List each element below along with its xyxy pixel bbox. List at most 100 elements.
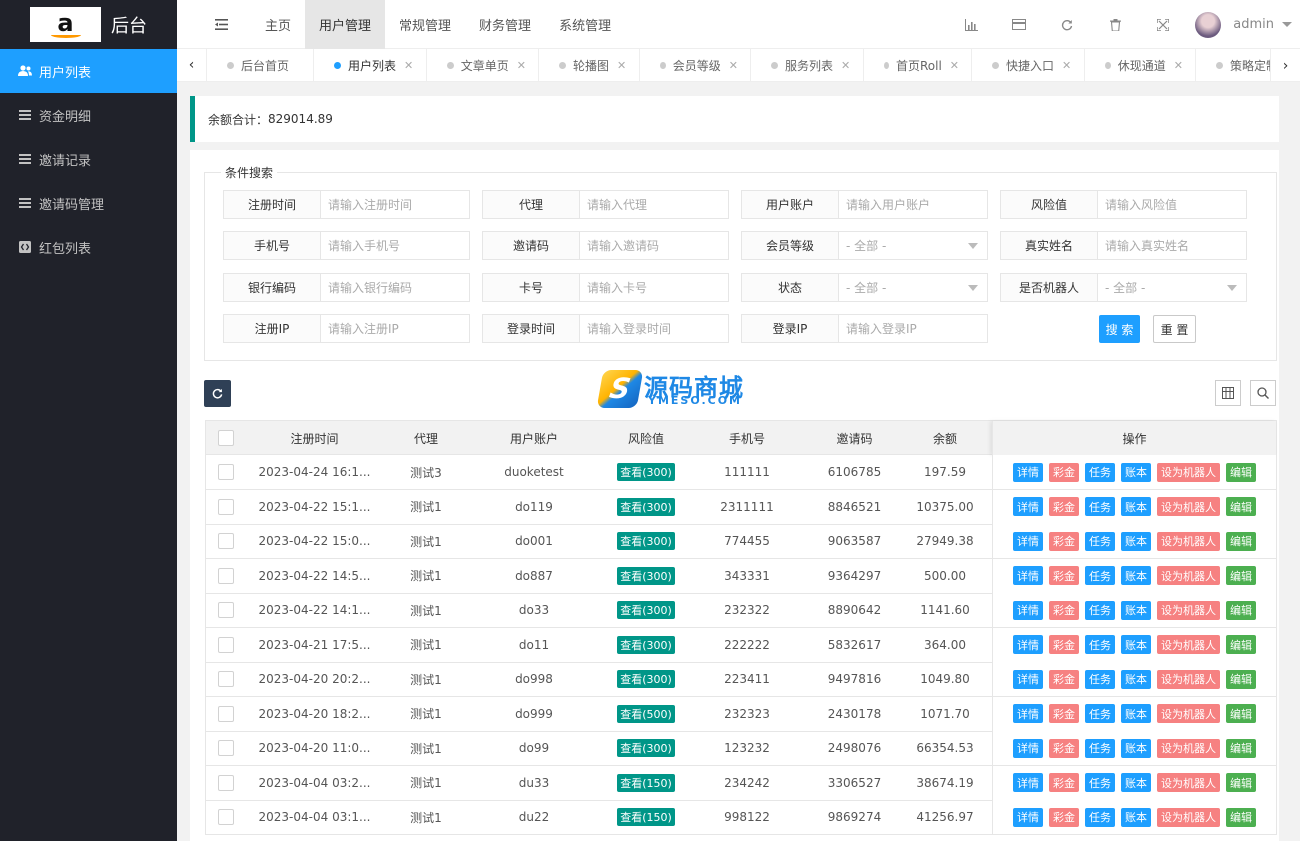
action-button-5[interactable]: 编辑 <box>1226 600 1256 620</box>
action-button-4[interactable]: 设为机器人 <box>1157 669 1220 689</box>
search-select[interactable]: - 全部 - <box>839 232 987 259</box>
close-icon[interactable]: ✕ <box>950 59 959 72</box>
menu-toggle-icon[interactable] <box>201 18 241 30</box>
refresh-icon[interactable] <box>1043 19 1091 31</box>
nav-item-2[interactable]: 常规管理 <box>385 0 465 49</box>
tab-7[interactable]: 快捷入口 ✕ <box>972 49 1085 81</box>
search-select[interactable]: - 全部 - <box>1098 274 1246 301</box>
action-button-4[interactable]: 设为机器人 <box>1157 807 1220 827</box>
action-button-3[interactable]: 账本 <box>1121 497 1151 516</box>
sidebar-item-4[interactable]: 红包列表 <box>0 225 177 269</box>
action-button-1[interactable]: 彩金 <box>1049 497 1079 516</box>
action-button-0[interactable]: 详情 <box>1013 600 1043 620</box>
row-checkbox[interactable] <box>218 567 234 584</box>
search-input[interactable]: 请输入登录时间 <box>580 315 728 342</box>
tab-scroll-right-icon[interactable]: › <box>1270 49 1300 81</box>
col-header-phone[interactable]: 手机号 <box>693 421 801 455</box>
action-button-1[interactable]: 彩金 <box>1049 462 1079 482</box>
row-checkbox[interactable] <box>218 809 234 825</box>
col-header-time[interactable]: 注册时间 <box>246 421 383 455</box>
col-header-risk[interactable]: 风险值 <box>599 421 693 455</box>
action-button-3[interactable]: 账本 <box>1121 566 1151 585</box>
tab-4[interactable]: 会员等级 ✕ <box>640 49 751 81</box>
action-button-0[interactable]: 详情 <box>1013 462 1043 482</box>
action-button-1[interactable]: 彩金 <box>1049 704 1079 723</box>
sidebar-item-0[interactable]: 用户列表 <box>0 49 177 93</box>
action-button-5[interactable]: 编辑 <box>1226 669 1256 689</box>
action-button-5[interactable]: 编辑 <box>1226 807 1256 827</box>
risk-view-button[interactable]: 查看(300) <box>617 635 675 654</box>
chart-icon[interactable] <box>947 18 995 31</box>
action-button-4[interactable]: 设为机器人 <box>1157 566 1220 585</box>
nav-item-0[interactable]: 主页 <box>251 0 305 49</box>
sidebar-item-2[interactable]: 邀请记录 <box>0 137 177 181</box>
search-input[interactable]: 请输入风险值 <box>1098 191 1246 218</box>
action-button-3[interactable]: 账本 <box>1121 807 1151 827</box>
action-button-1[interactable]: 彩金 <box>1049 566 1079 585</box>
action-button-2[interactable]: 任务 <box>1085 531 1115 551</box>
search-button[interactable]: 搜 索 <box>1099 315 1140 343</box>
action-button-0[interactable]: 详情 <box>1013 807 1043 827</box>
action-button-3[interactable]: 账本 <box>1121 738 1151 758</box>
action-button-4[interactable]: 设为机器人 <box>1157 635 1220 654</box>
action-button-2[interactable]: 任务 <box>1085 497 1115 516</box>
action-button-2[interactable]: 任务 <box>1085 773 1115 792</box>
action-button-0[interactable]: 详情 <box>1013 773 1043 792</box>
tab-6[interactable]: 首页Roll ✕ <box>864 49 972 81</box>
action-button-0[interactable]: 详情 <box>1013 566 1043 585</box>
row-checkbox[interactable] <box>218 705 234 722</box>
action-button-1[interactable]: 彩金 <box>1049 773 1079 792</box>
search-input[interactable]: 请输入卡号 <box>580 274 728 301</box>
action-button-2[interactable]: 任务 <box>1085 462 1115 482</box>
action-button-1[interactable]: 彩金 <box>1049 600 1079 620</box>
search-input[interactable]: 请输入银行编码 <box>321 274 469 301</box>
reset-button[interactable]: 重 置 <box>1153 315 1196 343</box>
sidebar-item-1[interactable]: 资金明细 <box>0 93 177 137</box>
table-search-button[interactable] <box>1250 380 1276 406</box>
row-checkbox[interactable] <box>218 498 234 515</box>
tab-1[interactable]: 用户列表 ✕ <box>314 49 427 81</box>
action-button-4[interactable]: 设为机器人 <box>1157 704 1220 723</box>
table-refresh-button[interactable] <box>204 380 231 407</box>
logo[interactable]: a <box>30 7 101 42</box>
action-button-3[interactable]: 账本 <box>1121 462 1151 482</box>
search-input[interactable]: 请输入登录IP <box>839 315 987 342</box>
col-header-account[interactable]: 用户账户 <box>469 421 599 455</box>
risk-view-button[interactable]: 查看(300) <box>617 670 675 688</box>
action-button-1[interactable]: 彩金 <box>1049 669 1079 689</box>
action-button-1[interactable]: 彩金 <box>1049 635 1079 654</box>
nav-item-3[interactable]: 财务管理 <box>465 0 545 49</box>
search-input[interactable]: 请输入用户账户 <box>839 191 987 218</box>
columns-filter-button[interactable] <box>1215 380 1241 406</box>
select-all-checkbox[interactable] <box>218 430 234 446</box>
close-icon[interactable]: ✕ <box>404 59 413 72</box>
action-button-3[interactable]: 账本 <box>1121 635 1151 654</box>
search-input[interactable]: 请输入手机号 <box>321 232 469 259</box>
action-button-5[interactable]: 编辑 <box>1226 738 1256 758</box>
search-input[interactable]: 请输入注册时间 <box>321 191 469 218</box>
risk-view-button[interactable]: 查看(300) <box>617 463 675 481</box>
search-select[interactable]: - 全部 - <box>839 274 987 301</box>
risk-view-button[interactable]: 查看(300) <box>617 601 675 619</box>
search-input[interactable]: 请输入邀请码 <box>580 232 728 259</box>
action-button-1[interactable]: 彩金 <box>1049 807 1079 827</box>
action-button-4[interactable]: 设为机器人 <box>1157 773 1220 792</box>
action-button-1[interactable]: 彩金 <box>1049 531 1079 551</box>
row-checkbox[interactable] <box>218 671 234 687</box>
action-button-5[interactable]: 编辑 <box>1226 773 1256 792</box>
tab-8[interactable]: 休现通道 ✕ <box>1085 49 1196 81</box>
action-button-3[interactable]: 账本 <box>1121 669 1151 689</box>
close-icon[interactable]: ✕ <box>1174 59 1183 72</box>
action-button-3[interactable]: 账本 <box>1121 773 1151 792</box>
search-input[interactable]: 请输入真实姓名 <box>1098 232 1246 259</box>
row-checkbox[interactable] <box>218 464 234 480</box>
col-header-code[interactable]: 邀请码 <box>801 421 908 455</box>
action-button-4[interactable]: 设为机器人 <box>1157 738 1220 758</box>
action-button-3[interactable]: 账本 <box>1121 704 1151 723</box>
risk-view-button[interactable]: 查看(500) <box>617 704 675 723</box>
close-icon[interactable]: ✕ <box>1062 59 1071 72</box>
action-button-0[interactable]: 详情 <box>1013 704 1043 723</box>
username[interactable]: admin <box>1233 17 1274 32</box>
action-button-1[interactable]: 彩金 <box>1049 738 1079 758</box>
trash-icon[interactable] <box>1091 18 1139 31</box>
